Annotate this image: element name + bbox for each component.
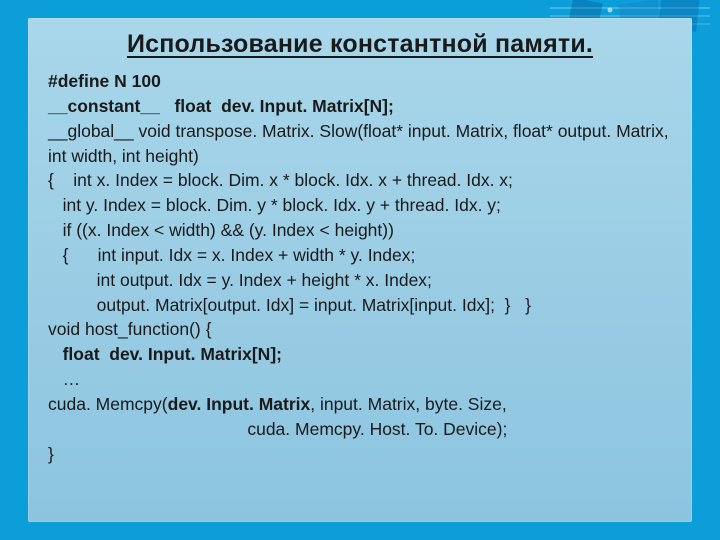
code-block: #define N 100 __constant__ float dev. In… bbox=[48, 69, 672, 467]
code-line: } bbox=[48, 444, 54, 464]
code-bold: dev. Input. Matrix bbox=[168, 394, 311, 414]
code-line: cuda. Memcpy. Host. To. Device); bbox=[48, 419, 507, 439]
code-line: void host_function() { bbox=[48, 319, 211, 339]
code-line: cuda. Memcpy( bbox=[48, 394, 168, 414]
code-line: output. Matrix[output. Idx] = input. Mat… bbox=[48, 295, 531, 315]
code-line: int y. Index = block. Dim. y * block. Id… bbox=[48, 195, 501, 215]
code-line: … bbox=[48, 369, 80, 389]
code-line: float dev. Input. Matrix[N]; bbox=[48, 344, 282, 364]
slide: Использование константной памяти. #defin… bbox=[0, 0, 720, 540]
code-line: int output. Idx = y. Index + height * x.… bbox=[48, 270, 432, 290]
slide-title: Использование константной памяти. bbox=[48, 30, 672, 59]
code-line: , input. Matrix, byte. Size, bbox=[310, 394, 506, 414]
code-line: { int input. Idx = x. Index + width * y.… bbox=[48, 245, 415, 265]
code-line: int width, int height) bbox=[48, 146, 199, 166]
code-line: if ((x. Index < width) && (y. Index < he… bbox=[48, 220, 394, 240]
code-line: { int x. Index = block. Dim. x * block. … bbox=[48, 170, 513, 190]
code-line: #define N 100 bbox=[48, 71, 161, 91]
code-line: __global__ void transpose. Matrix. Slow(… bbox=[48, 121, 669, 141]
content-box: Использование константной памяти. #defin… bbox=[28, 18, 692, 522]
code-line: __constant__ float dev. Input. Matrix[N]… bbox=[48, 96, 394, 116]
